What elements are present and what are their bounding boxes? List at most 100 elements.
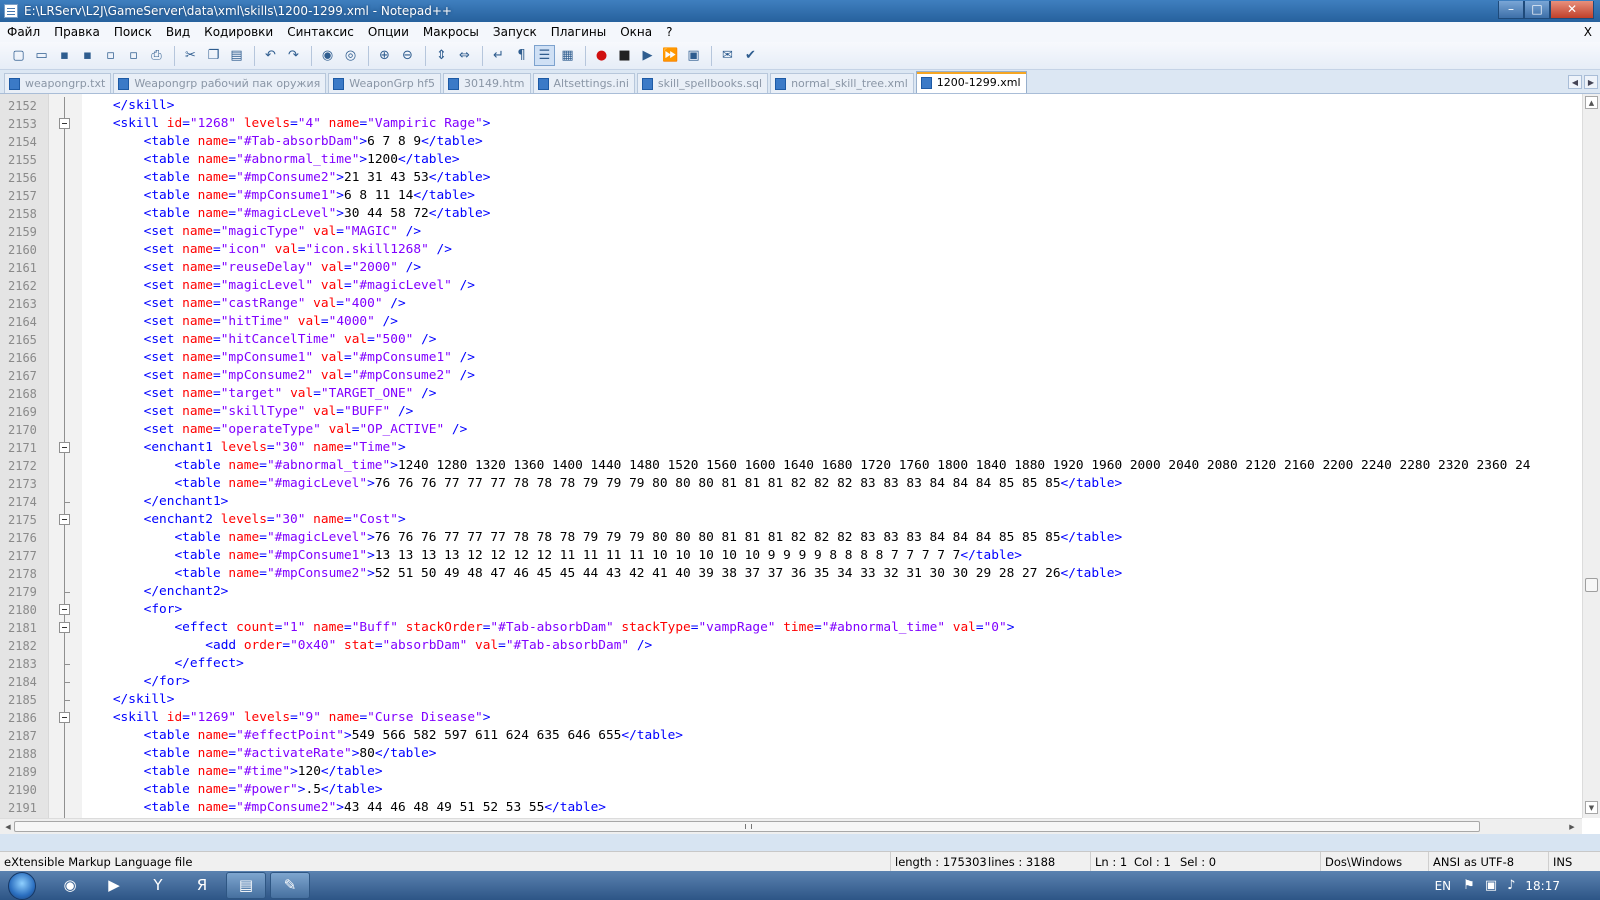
code-line[interactable]: <set name="mpConsume2" val="#mpConsume2"…	[82, 367, 1582, 385]
undo-icon[interactable]: ↶	[260, 45, 281, 66]
menu-item-2[interactable]: Поиск	[107, 22, 159, 42]
copy-icon[interactable]: ❐	[203, 45, 224, 66]
menu-item-9[interactable]: Плагины	[544, 22, 613, 42]
tab-6[interactable]: normal_skill_tree.xml	[770, 73, 914, 93]
code-line[interactable]: <add order="0x40" stat="absorbDam" val="…	[82, 637, 1582, 655]
vertical-scroll-thumb[interactable]	[1585, 578, 1598, 592]
code-line[interactable]: <set name="magicLevel" val="#magicLevel"…	[82, 277, 1582, 295]
menu-item-0[interactable]: Файл	[0, 22, 47, 42]
zoom-in-icon[interactable]: ⊕	[374, 45, 395, 66]
code-line[interactable]: <table name="#abnormal_time">1200</table…	[82, 151, 1582, 169]
status-eol-format[interactable]: Dos\Windows	[1320, 852, 1402, 872]
menu-item-4[interactable]: Кодировки	[197, 22, 280, 42]
close-file-icon[interactable]: ▫	[100, 45, 121, 66]
code-area[interactable]: </skill> <skill id="1268" levels="4" nam…	[82, 94, 1582, 818]
code-line[interactable]: <table name="#mpConsume2">52 51 50 49 48…	[82, 565, 1582, 583]
minimize-button[interactable]: –	[1498, 0, 1524, 19]
fold-collapse-icon[interactable]	[59, 514, 70, 525]
code-line[interactable]: <set name="target" val="TARGET_ONE" />	[82, 385, 1582, 403]
lang-define-icon[interactable]: ▦	[557, 45, 578, 66]
indent-guide-icon[interactable]: ☰	[534, 45, 555, 66]
scroll-up-icon[interactable]: ▲	[1585, 96, 1598, 109]
scroll-left-icon[interactable]: ◀	[2, 821, 14, 832]
spellcheck-icon[interactable]: ✔	[740, 45, 761, 66]
tab-4[interactable]: Altsettings.ini	[532, 73, 635, 93]
code-line[interactable]: <enchant2 levels="30" name="Cost">	[82, 511, 1582, 529]
menu-item-8[interactable]: Запуск	[486, 22, 544, 42]
code-line[interactable]: <table name="#abnormal_time">1240 1280 1…	[82, 457, 1582, 475]
code-line[interactable]: <for>	[82, 601, 1582, 619]
flag-icon[interactable]: ⚑	[1463, 878, 1475, 893]
code-line[interactable]: <set name="icon" val="icon.skill1268" />	[82, 241, 1582, 259]
code-line[interactable]: <skill id="1268" levels="4" name="Vampir…	[82, 115, 1582, 133]
code-line[interactable]: <set name="operateType" val="OP_ACTIVE" …	[82, 421, 1582, 439]
yandex-task-icon[interactable]: Я	[182, 872, 222, 899]
volume-icon[interactable]: ♪	[1507, 878, 1515, 893]
code-line[interactable]: <table name="#mpConsume2">43 44 46 48 49…	[82, 799, 1582, 817]
new-file-icon[interactable]: ▢	[8, 45, 29, 66]
menu-item-5[interactable]: Синтаксис	[280, 22, 361, 42]
explorer-task-icon[interactable]: ▤	[226, 872, 266, 899]
code-line[interactable]: <table name="#mpConsume1">6 8 11 14</tab…	[82, 187, 1582, 205]
fold-collapse-icon[interactable]	[59, 118, 70, 129]
notepadpp-app-icon[interactable]	[4, 4, 18, 18]
tab-1[interactable]: Weapongrp рабочий пак оружия	[113, 73, 327, 93]
sync-vertical-icon[interactable]: ⇕	[431, 45, 452, 66]
code-line[interactable]: <table name="#magicLevel">30 44 58 72</t…	[82, 205, 1582, 223]
code-line[interactable]: </enchant2>	[82, 583, 1582, 601]
code-line[interactable]: <set name="skillType" val="BUFF" />	[82, 403, 1582, 421]
close-all-icon[interactable]: ▫	[123, 45, 144, 66]
tab-0[interactable]: weapongrp.txt	[4, 73, 112, 93]
horizontal-scrollbar[interactable]: ◀ ▶	[0, 818, 1582, 834]
code-line[interactable]: <table name="#magicLevel">76 76 76 77 77…	[82, 475, 1582, 493]
sync-horizontal-icon[interactable]: ⇔	[454, 45, 475, 66]
close-window-button[interactable]: ✕	[1550, 0, 1594, 19]
code-line[interactable]: <table name="#power">.5</table>	[82, 781, 1582, 799]
save-macro-icon[interactable]: ▣	[683, 45, 704, 66]
language-indicator[interactable]: EN	[1435, 879, 1452, 893]
maximize-button[interactable]: □	[1524, 0, 1550, 19]
paste-icon[interactable]: ▤	[226, 45, 247, 66]
scroll-right-icon[interactable]: ▶	[1566, 821, 1578, 832]
code-line[interactable]: <skill id="1269" levels="9" name="Curse …	[82, 709, 1582, 727]
open-file-icon[interactable]: ▭	[31, 45, 52, 66]
cut-icon[interactable]: ✂	[180, 45, 201, 66]
replace-icon[interactable]: ◎	[340, 45, 361, 66]
code-line[interactable]: <table name="#Tab-absorbDam">6 7 8 9</ta…	[82, 133, 1582, 151]
plugin-icon[interactable]: ✉	[717, 45, 738, 66]
clock[interactable]: 18:17	[1525, 879, 1560, 893]
code-line[interactable]: <table name="#mpConsume2">21 31 43 53</t…	[82, 169, 1582, 187]
notepadpp-task-icon[interactable]: ✎	[270, 872, 310, 899]
code-line[interactable]: <set name="magicType" val="MAGIC" />	[82, 223, 1582, 241]
tab-scroll-left-icon[interactable]: ◀	[1568, 75, 1582, 89]
word-wrap-icon[interactable]: ↵	[488, 45, 509, 66]
tab-7[interactable]: 1200-1299.xml	[915, 71, 1027, 93]
code-editor[interactable]: 2152 2153 2154 2155 2156 2157 2158 2159 2160 2161…	[0, 94, 1600, 834]
code-line[interactable]: </effect>	[82, 655, 1582, 673]
fold-collapse-icon[interactable]	[59, 604, 70, 615]
run-macro-multiple-icon[interactable]: ⏩	[660, 45, 681, 66]
network-icon[interactable]: ▣	[1485, 878, 1497, 893]
scroll-down-icon[interactable]: ▼	[1585, 801, 1598, 814]
code-line[interactable]: <set name="hitCancelTime" val="500" />	[82, 331, 1582, 349]
menu-item-6[interactable]: Опции	[361, 22, 416, 42]
media-player-task-icon[interactable]: ▶	[94, 872, 134, 899]
status-insert-mode[interactable]: INS	[1548, 852, 1572, 872]
code-line[interactable]: <set name="hitTime" val="4000" />	[82, 313, 1582, 331]
redo-icon[interactable]: ↷	[283, 45, 304, 66]
fold-collapse-icon[interactable]	[59, 712, 70, 723]
code-line[interactable]: <enchant1 levels="30" name="Time">	[82, 439, 1582, 457]
code-line[interactable]: <table name="#mpConsume1">13 13 13 13 12…	[82, 547, 1582, 565]
stop-macro-icon[interactable]: ■	[614, 45, 635, 66]
code-line[interactable]: </skill>	[82, 97, 1582, 115]
close-document-button[interactable]: X	[1576, 25, 1600, 39]
yandex-browser-task-icon[interactable]: Y	[138, 872, 178, 899]
tab-2[interactable]: WeaponGrp hf5	[328, 73, 442, 93]
menu-item-3[interactable]: Вид	[159, 22, 197, 42]
fold-collapse-icon[interactable]	[59, 622, 70, 633]
zoom-out-icon[interactable]: ⊖	[397, 45, 418, 66]
code-line[interactable]: <set name="mpConsume1" val="#mpConsume1"…	[82, 349, 1582, 367]
menu-item-11[interactable]: ?	[659, 22, 679, 42]
fold-collapse-icon[interactable]	[59, 442, 70, 453]
show-all-chars-icon[interactable]: ¶	[511, 45, 532, 66]
